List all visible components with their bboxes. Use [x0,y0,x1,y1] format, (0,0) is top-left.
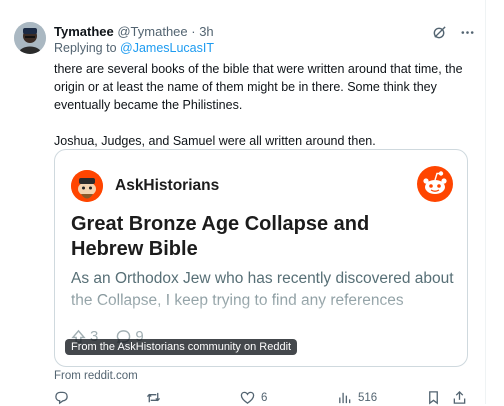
reply-button[interactable] [54,390,75,405]
like-button[interactable]: 6 [240,390,267,405]
subreddit-name: AskHistorians [115,177,220,194]
author-name[interactable]: Tymathee [54,24,114,39]
grok-icon[interactable] [431,24,447,40]
tweet-text: there are several books of the bible tha… [54,60,474,150]
reddit-logo-icon [417,166,453,202]
timeline-border [485,0,486,404]
subreddit-row: AskHistorians [71,170,219,202]
more-icon[interactable] [459,24,475,40]
views-button[interactable]: 516 [337,390,377,405]
tweet-paragraph: there are several books of the bible tha… [54,62,463,112]
tweet-paragraph: Joshua, Judges, and Samuel were all writ… [54,134,376,148]
like-count: 6 [261,391,268,404]
header-separator: · [187,24,200,39]
reply-mention-link[interactable]: @JamesLucasIT [120,41,214,55]
replying-to: Replying to @JamesLucasIT [54,41,214,55]
card-caption: From the AskHistorians community on Redd… [65,339,298,355]
link-source[interactable]: From reddit.com [54,370,138,382]
card-title: Great Bronze Age Collapse and Hebrew Bib… [71,213,370,260]
like-icon [240,391,255,404]
bookmark-icon [429,391,438,405]
replying-to-label: Replying to [54,41,121,55]
views-icon [339,392,351,404]
reply-icon [55,391,68,405]
header-actions [431,24,475,40]
views-count: 516 [358,391,378,404]
retweet-icon [146,392,161,403]
share-button[interactable] [452,390,467,405]
avatar-image [14,22,46,54]
subreddit-icon [71,170,103,202]
tweet-time[interactable]: 3h [199,24,213,39]
tweet-header: Tymathee @Tymathee · 3h [54,24,214,40]
retweet-button[interactable] [146,390,167,405]
avatar[interactable] [14,22,46,54]
link-card[interactable]: AskHistorians Great Bronze Age Collapse … [54,149,468,367]
share-icon [453,390,466,404]
bookmark-button[interactable] [426,390,441,405]
author-handle[interactable]: @Tymathee [117,24,187,39]
